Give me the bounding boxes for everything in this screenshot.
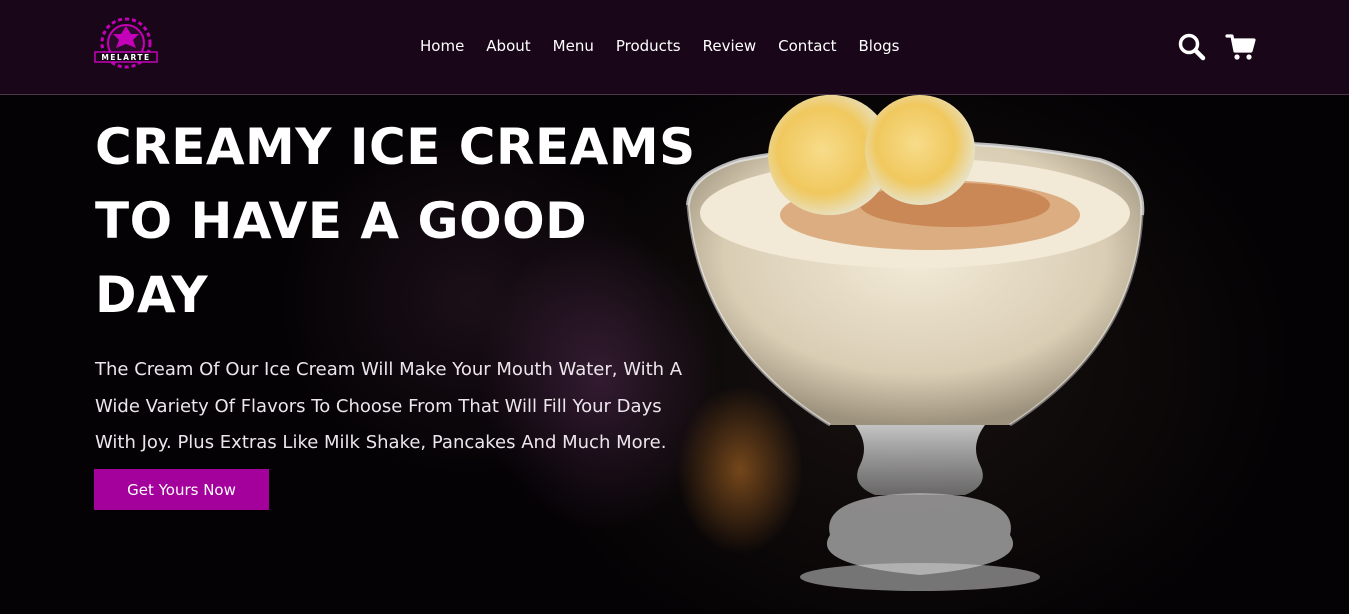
hero-content: CREAMY ICE CREAMS TO HAVE A GOOD DAY The…	[95, 110, 715, 462]
nav-menu[interactable]: Menu	[553, 36, 594, 56]
site-header: MELARTE Home About Menu Products Review …	[0, 0, 1349, 95]
main-nav: Home About Menu Products Review Contact …	[420, 36, 922, 56]
hero-description: The Cream Of Our Ice Cream Will Make You…	[95, 359, 683, 453]
nav-home[interactable]: Home	[420, 36, 464, 56]
search-icon[interactable]	[1177, 32, 1207, 62]
cart-icon[interactable]	[1225, 32, 1256, 62]
get-yours-now-button[interactable]: Get Yours Now	[94, 469, 269, 510]
dessert-image	[680, 94, 1160, 614]
brand-logo[interactable]: MELARTE	[93, 14, 159, 76]
nav-review[interactable]: Review	[703, 36, 757, 56]
logo-text: MELARTE	[101, 53, 150, 62]
hero-title: CREAMY ICE CREAMS TO HAVE A GOOD DAY	[95, 118, 696, 324]
nav-products[interactable]: Products	[616, 36, 681, 56]
nav-contact[interactable]: Contact	[778, 36, 836, 56]
nav-about[interactable]: About	[486, 36, 530, 56]
nav-blogs[interactable]: Blogs	[859, 36, 900, 56]
